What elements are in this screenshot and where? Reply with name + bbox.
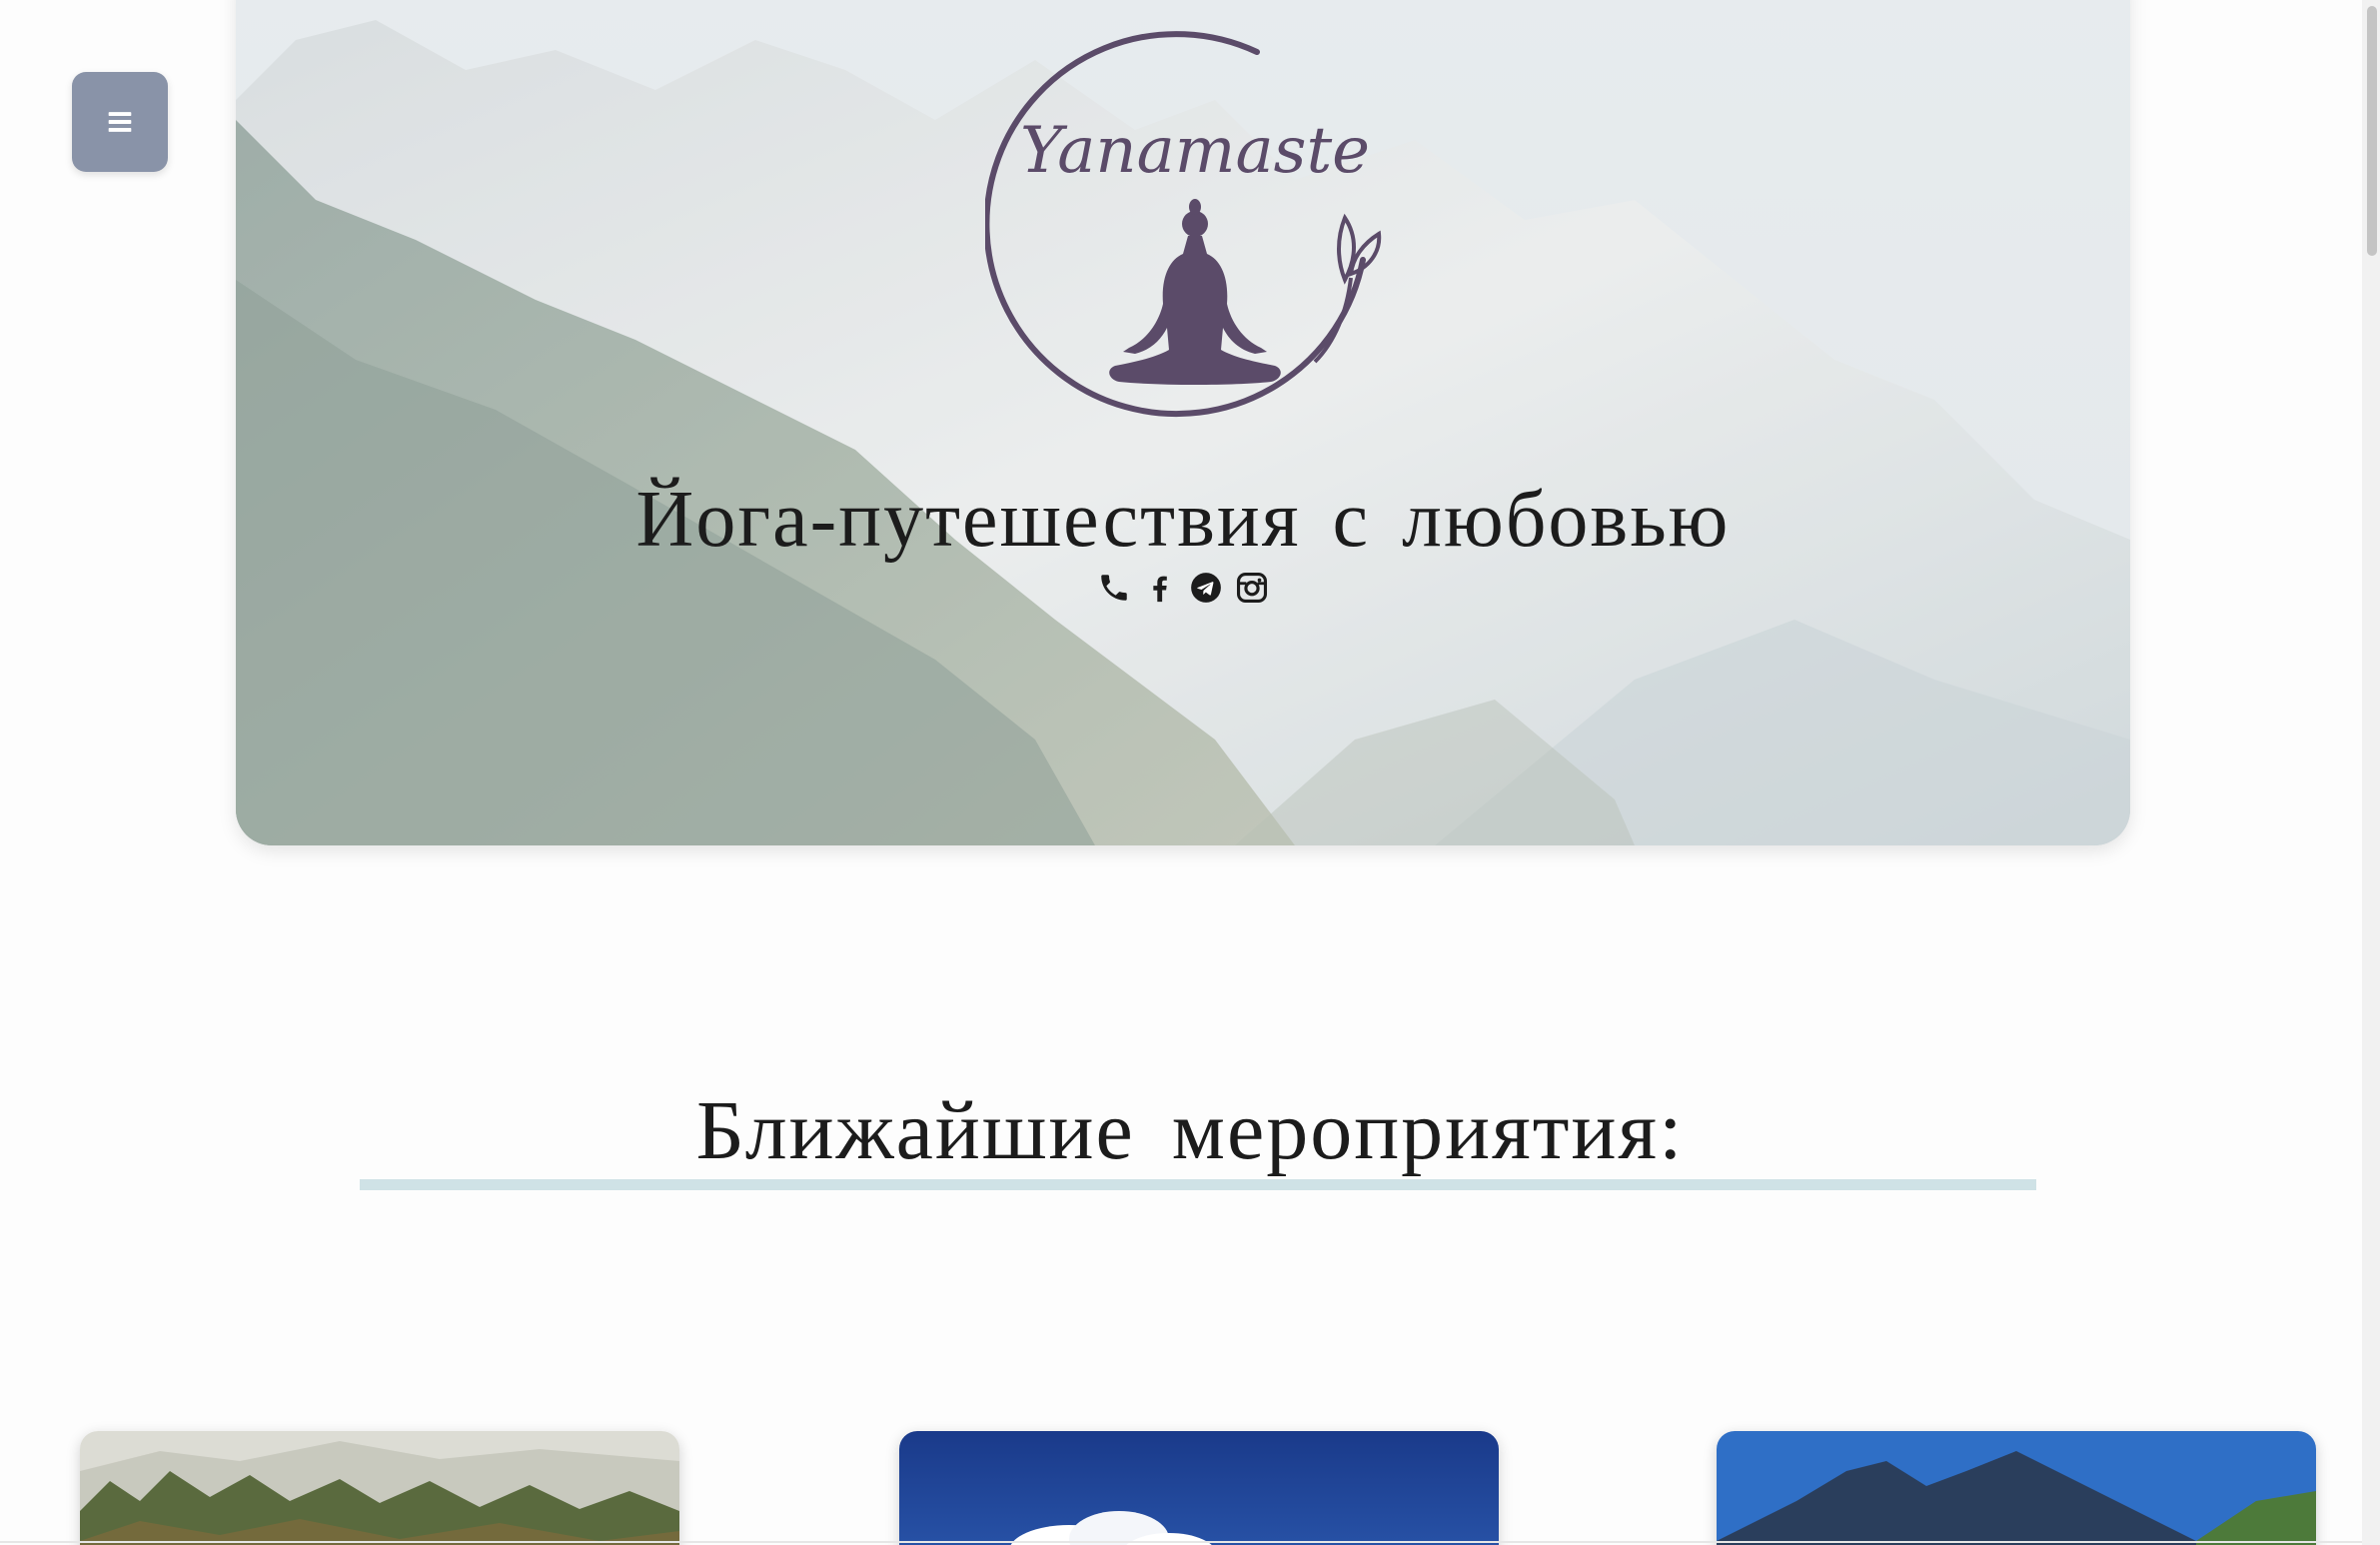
phone-icon: [1101, 575, 1127, 601]
yanamaste-logo[interactable]: Yanamaste: [983, 22, 1405, 442]
hamburger-icon: [108, 112, 132, 132]
instagram-link[interactable]: [1234, 570, 1270, 606]
page: Yanamaste Йога-путешествия с любовью Бли…: [0, 0, 2380, 1545]
facebook-link[interactable]: [1142, 570, 1178, 606]
event-card-mountains[interactable]: [1717, 1431, 2316, 1545]
social-links: [236, 570, 2130, 606]
telegram-link[interactable]: [1188, 570, 1224, 606]
event-card-sky[interactable]: [899, 1431, 1499, 1545]
hero-banner: Yanamaste Йога-путешествия с любовью: [236, 0, 2130, 845]
event-image: [899, 1431, 1499, 1545]
instagram-icon: [1236, 572, 1268, 604]
scrollbar[interactable]: [2362, 0, 2380, 1545]
event-image: [1717, 1431, 2316, 1545]
logo-wordmark: Yanamaste: [1020, 114, 1370, 188]
scroll-thumb[interactable]: [2367, 6, 2377, 256]
phone-link[interactable]: [1096, 570, 1132, 606]
heading-underline: [360, 1179, 2036, 1190]
facebook-icon: [1153, 576, 1167, 603]
event-card-forest[interactable]: [80, 1431, 679, 1545]
telegram-icon: [1191, 573, 1221, 603]
menu-button[interactable]: [72, 72, 168, 172]
event-image: [80, 1431, 679, 1545]
events-heading: Ближайшие мероприятия:: [695, 1084, 1685, 1177]
viewport-edge: [0, 1541, 2380, 1543]
hero-tagline: Йога-путешествия с любовью: [635, 476, 1731, 564]
